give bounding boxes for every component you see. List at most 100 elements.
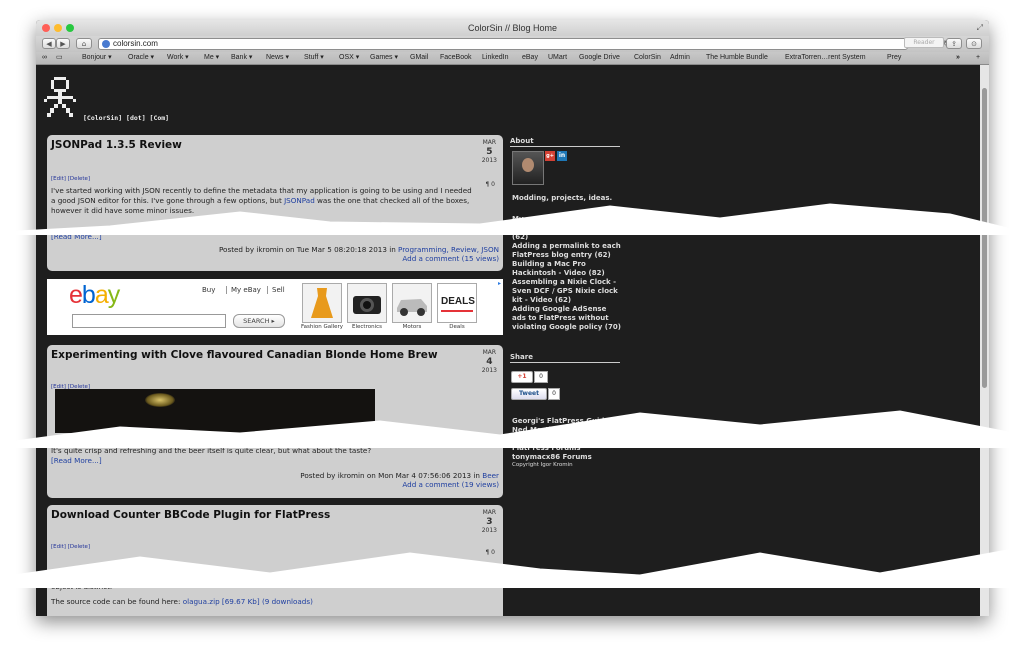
bookmark-item[interactable]: The Humble Bundle	[706, 52, 768, 64]
ad-item-label[interactable]: Deals	[435, 324, 479, 330]
ebay-ad-banner[interactable]: ebay ebay Buy My eBay Sell SEARCH ▸ DEAL…	[47, 279, 503, 335]
home-button[interactable]: ⌂	[76, 38, 92, 49]
bookmark-item[interactable]: UMart	[548, 52, 567, 64]
sidebar-link[interactable]: FlatPress Forums	[512, 444, 622, 453]
bookmark-item[interactable]: GMail	[410, 52, 428, 64]
bookmark-item[interactable]: Work ▾	[167, 52, 189, 64]
popular-post-link[interactable]: Building a Mac Pro Hackintosh - Video (8…	[512, 260, 622, 278]
excerpt-text: a good JSON editor for this. I've gone t…	[51, 196, 285, 205]
popular-posts: My name is Igor Kromin, I'm Pro Mid 2012…	[512, 215, 622, 332]
bookmark-item[interactable]: FaceBook	[440, 52, 472, 64]
forward-button[interactable]: ▶	[56, 38, 70, 49]
google-plus-one-button[interactable]: +1	[511, 371, 533, 383]
post-categories[interactable]: Beer	[482, 471, 499, 480]
bookmark-item[interactable]: ColorSin	[634, 52, 661, 64]
avatar	[512, 151, 544, 185]
site-logo-icon[interactable]	[44, 77, 76, 121]
downloads-button[interactable]: ⊙	[966, 38, 982, 49]
bookmarks-book-icon[interactable]: ▭	[56, 52, 63, 64]
window-title: ColorSin // Blog Home	[467, 23, 558, 33]
bookmark-item[interactable]: Bonjour ▾	[82, 52, 112, 64]
jsonpad-link[interactable]: JSONPad	[284, 196, 315, 205]
ebay-logo[interactable]: ebay	[69, 281, 120, 310]
bookmark-item[interactable]: Me ▾	[204, 52, 219, 64]
tweet-button[interactable]: Tweet	[511, 388, 547, 400]
bookmark-item[interactable]: Bank ▾	[231, 52, 252, 64]
post-title[interactable]: Experimenting with Clove flavoured Canad…	[51, 349, 438, 361]
ad-item-label[interactable]: Fashion Gallery	[300, 324, 344, 330]
reader-button[interactable]: Reader	[904, 37, 944, 48]
bookmark-item[interactable]: Games ▾	[370, 52, 398, 64]
about-heading: About	[510, 137, 620, 147]
ebay-nav-myebay[interactable]: My eBay	[226, 286, 261, 294]
add-comment-link[interactable]: Add a comment (15 views)	[219, 254, 499, 263]
read-more-link[interactable]: [Read More...]	[51, 232, 102, 241]
zoom-icon[interactable]	[66, 24, 74, 32]
reading-list-icon[interactable]: ∞	[42, 52, 47, 64]
bookmark-item[interactable]: LinkedIn	[482, 52, 508, 64]
minimize-icon[interactable]	[54, 24, 62, 32]
fashion-thumb[interactable]	[302, 283, 342, 323]
sidebar-link[interactable]: Georgi's FlatPress Guide	[512, 417, 622, 426]
download-link[interactable]: olagua.zip [69.67 Kb] (9 downloads)	[183, 597, 313, 606]
close-icon[interactable]	[42, 24, 50, 32]
deals-thumb[interactable]: DEALS	[437, 283, 477, 323]
sidebar-link[interactable]: Ned Martin's Site	[512, 426, 622, 435]
google-plus-icon[interactable]: g+	[545, 151, 555, 161]
posted-by: Posted by ikromin on Mon Mar 4 07:56:06 …	[300, 471, 483, 480]
bookmark-item[interactable]: ExtraTorren…rent System	[785, 52, 866, 64]
ad-item-label[interactable]: Electronics	[345, 324, 389, 330]
add-comment-link[interactable]: Add a comment (19 views)	[300, 480, 499, 489]
bookmark-item[interactable]: Admin	[670, 52, 690, 64]
excerpt-line: object is distinct.	[51, 582, 113, 591]
read-more-link[interactable]: [Read More...]	[51, 456, 102, 465]
post-categories[interactable]: Programming, Review, JSON	[398, 245, 499, 254]
popular-post-link[interactable]: Adding a permalink to each FlatPress blo…	[512, 242, 622, 260]
fullscreen-icon[interactable]: ⤢	[977, 20, 983, 36]
ad-item-label[interactable]: Motors	[390, 324, 434, 330]
motors-thumb[interactable]	[392, 283, 432, 323]
linkedin-icon[interactable]: in	[557, 151, 567, 161]
bookmark-item[interactable]: News ▾	[266, 52, 289, 64]
bookmark-item[interactable]: Oracle ▾	[128, 52, 154, 64]
add-tab-icon[interactable]: +	[976, 52, 980, 64]
bookmark-item[interactable]: Google Drive	[579, 52, 620, 64]
post-year: 2013	[481, 527, 497, 534]
sidebar-link[interactable]: Raspberry Pi Forums	[512, 435, 622, 444]
share-button[interactable]: ⇪	[946, 38, 962, 49]
permalink-mark[interactable]: ¶ 0	[485, 549, 495, 556]
post-day: 3	[486, 517, 493, 527]
ebay-search-input[interactable]	[72, 314, 226, 328]
beer-photo	[55, 389, 375, 433]
popular-post-link[interactable]: Assembling a Nixie Clock - Sven DCF / GP…	[512, 278, 622, 305]
ebay-nav-sell[interactable]: Sell	[267, 286, 285, 294]
post-day: 5	[486, 147, 493, 157]
edit-delete-links[interactable]: [Edit] [Delete]	[51, 544, 90, 550]
light-glow	[145, 393, 175, 407]
ad-choices-icon[interactable]: ▸	[498, 280, 501, 287]
back-button[interactable]: ◀	[42, 38, 56, 49]
ebay-search-button[interactable]: SEARCH ▸	[233, 314, 285, 328]
post-date: MAR 3 2013	[482, 509, 497, 535]
bookmark-item[interactable]: eBay	[522, 52, 538, 64]
address-bar[interactable]: colorsin.com ↻	[98, 38, 950, 50]
electronics-thumb[interactable]	[347, 283, 387, 323]
bookmark-item[interactable]: Prey	[887, 52, 901, 64]
ebay-nav-buy[interactable]: Buy	[202, 286, 215, 294]
post-date: MAR 5 2013	[482, 139, 497, 165]
bookmarks-overflow-icon[interactable]: »	[956, 52, 960, 64]
posted-by: Posted by ikromin on Tue Mar 5 08:20:18 …	[218, 245, 399, 254]
bookmark-item[interactable]: Stuff ▾	[304, 52, 324, 64]
blog-post: JSONPad 1.3.5 Review MAR 5 2013 [Edit] […	[47, 135, 503, 271]
scrollbar-thumb[interactable]	[982, 88, 987, 388]
browser-window: ColorSin // Blog Home ⤢ ◀ ▶ ⌂ colorsin.c…	[36, 20, 989, 616]
bookmark-item[interactable]: OSX ▾	[339, 52, 359, 64]
popular-post-link[interactable]: My name is Igor Kromin, I'm Pro Mid 2012…	[512, 215, 622, 242]
camera-icon	[353, 296, 381, 314]
edit-delete-links[interactable]: [Edit] [Delete]	[51, 176, 90, 182]
post-month: MAR	[482, 509, 497, 516]
post-title[interactable]: Download Counter BBCode Plugin for FlatP…	[51, 509, 330, 521]
post-title[interactable]: JSONPad 1.3.5 Review	[51, 139, 182, 151]
popular-post-link[interactable]: Adding Google AdSense ads to FlatPress w…	[512, 305, 622, 332]
excerpt-line: The source code can be found here: olagu…	[51, 597, 491, 607]
